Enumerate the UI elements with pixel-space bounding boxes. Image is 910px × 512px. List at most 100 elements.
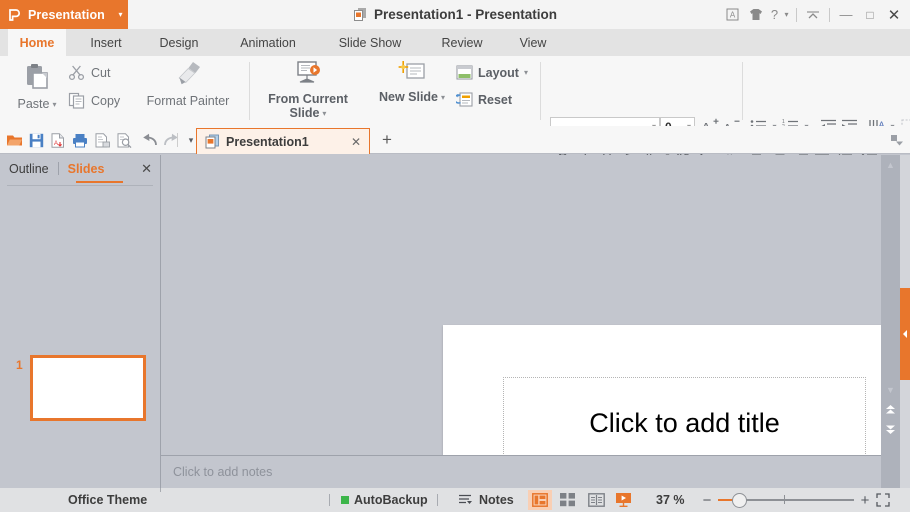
view-slide-show-button[interactable] [611, 490, 635, 510]
layout-caret-icon[interactable]: ▾ [524, 68, 528, 77]
app-menu-caret-icon[interactable]: ▾ [113, 0, 128, 29]
slides-panel-tabs: Outline Slides ✕ [0, 155, 160, 182]
reset-label: Reset [478, 92, 513, 107]
app-menu-button[interactable]: Presentation [0, 0, 128, 29]
export-pdf-icon[interactable]: A [47, 126, 69, 154]
new-slide-caret-icon[interactable]: ▾ [441, 93, 445, 102]
help-caret-icon[interactable]: ▾ [781, 0, 792, 29]
wps-presentation-logo-icon [8, 8, 22, 22]
divider [329, 494, 330, 506]
tab-review[interactable]: Review [428, 29, 496, 56]
document-tab[interactable]: Presentation1 ✕ [196, 128, 370, 154]
tshirt-theme-icon[interactable] [744, 0, 768, 29]
from-current-slide-icon [293, 60, 323, 87]
from-current-slide-caret-icon[interactable]: ▾ [322, 109, 326, 118]
status-theme-label[interactable]: Office Theme [68, 493, 147, 507]
paste-caret-icon[interactable]: ▾ [52, 100, 56, 109]
group-divider [249, 62, 250, 120]
autobackup-label: AutoBackup [354, 493, 428, 507]
cut-label: Cut [91, 65, 111, 80]
scroll-down-arrow-icon[interactable]: ▼ [881, 383, 900, 397]
scroll-up-arrow-icon[interactable]: ▲ [881, 158, 900, 172]
document-tab-label: Presentation1 [226, 134, 309, 149]
view-normal-button[interactable] [528, 490, 552, 510]
paste-button[interactable]: Paste ▾ [8, 60, 66, 122]
format-painter-button[interactable]: Format Painter [132, 60, 244, 108]
slide-thumbnail-1[interactable] [30, 355, 146, 421]
copy-label: Copy [91, 93, 121, 108]
save-icon[interactable] [25, 126, 47, 154]
help-icon[interactable]: ? [768, 0, 781, 29]
zoom-in-button[interactable]: + [858, 492, 872, 509]
notes-icon [458, 494, 474, 506]
open-icon[interactable] [3, 126, 25, 154]
tab-design[interactable]: Design [148, 29, 210, 56]
svg-text:A: A [729, 11, 735, 20]
reset-icon [456, 92, 473, 107]
presentation-file-icon [353, 7, 367, 22]
reset-button[interactable]: Reset [456, 92, 512, 107]
print-icon[interactable] [69, 126, 91, 154]
tab-slide-show[interactable]: Slide Show [322, 29, 418, 56]
slide-edit-area[interactable]: Click to add title Click to add subtitle [161, 155, 910, 512]
print-preview-icon[interactable] [113, 126, 135, 154]
active-tab-underline [76, 181, 123, 183]
slides-panel: Outline Slides ✕ 1 [0, 155, 160, 488]
notes-pane[interactable]: Click to add notes [161, 456, 881, 488]
print-direct-icon[interactable] [91, 126, 113, 154]
format-painter-label: Format Painter [146, 94, 230, 108]
tab-view[interactable]: View [506, 29, 560, 56]
layout-label: Layout [478, 65, 519, 80]
new-slide-button[interactable]: New Slide ▾ [366, 60, 458, 104]
tab-animation[interactable]: Animation [222, 29, 314, 56]
paintbrush-icon [173, 60, 203, 86]
minimize-icon[interactable]: — [834, 0, 858, 29]
cut-button[interactable]: Cut [68, 64, 110, 81]
paste-icon [22, 62, 52, 92]
tab-home[interactable]: Home [8, 29, 66, 56]
language-indicator-icon[interactable]: A [720, 0, 744, 29]
ribbon-tab-bar: Home Insert Design Animation Slide Show … [0, 29, 910, 56]
next-slide-button[interactable] [881, 422, 900, 438]
autobackup-status-dot [341, 496, 349, 504]
close-icon[interactable]: ✕ [882, 0, 906, 29]
collapse-ribbon-icon[interactable] [801, 0, 825, 29]
fit-to-window-button[interactable] [876, 493, 890, 507]
notes-toggle-button[interactable]: Notes [458, 493, 514, 507]
divider [796, 7, 797, 22]
from-current-slide-button[interactable]: From Current Slide ▾ [262, 60, 354, 120]
layout-button[interactable]: Layout ▾ [456, 65, 528, 80]
close-panel-icon[interactable]: ✕ [141, 161, 152, 177]
zoom-slider-tick [784, 495, 785, 504]
panel-tab-outline[interactable]: Outline [0, 162, 58, 176]
tab-overflow-icon[interactable] [886, 126, 908, 154]
autobackup-status[interactable]: AutoBackup [341, 493, 428, 507]
vertical-scrollbar[interactable]: ▲ ▼ [881, 155, 900, 490]
scissors-icon [68, 64, 85, 81]
scrollbar-thumb[interactable] [881, 155, 900, 490]
status-bar: Office Theme AutoBackup Notes 37 % − + [0, 488, 910, 512]
paste-label: Paste [17, 97, 50, 111]
window-controls: A ? ▾ — □ ✕ [720, 0, 906, 29]
redo-icon[interactable] [160, 126, 182, 154]
from-current-slide-label-2-row: Slide ▾ [290, 106, 327, 120]
zoom-out-button[interactable]: − [700, 492, 714, 509]
panel-tab-slides[interactable]: Slides [59, 162, 114, 176]
copy-icon [68, 92, 85, 109]
svg-text:A: A [54, 141, 58, 147]
document-tab-close-icon[interactable]: ✕ [351, 135, 361, 149]
zoom-slider-knob[interactable] [732, 493, 747, 508]
maximize-icon[interactable]: □ [858, 0, 882, 29]
previous-slide-button[interactable] [881, 402, 900, 418]
undo-icon[interactable] [138, 126, 160, 154]
new-tab-button[interactable]: + [378, 130, 396, 150]
copy-button[interactable]: Copy [68, 92, 120, 109]
task-pane-toggle-button[interactable] [900, 288, 910, 380]
title-bar: Presentation ▾ Presentation1 - Presentat… [0, 0, 910, 29]
divider [160, 488, 161, 492]
zoom-level-label: 37 % [656, 493, 685, 507]
tab-insert[interactable]: Insert [78, 29, 134, 56]
powerpoint-window: Presentation ▾ Presentation1 - Presentat… [0, 0, 910, 512]
view-slide-sorter-button[interactable] [556, 490, 580, 510]
view-reading-button[interactable] [584, 490, 608, 510]
